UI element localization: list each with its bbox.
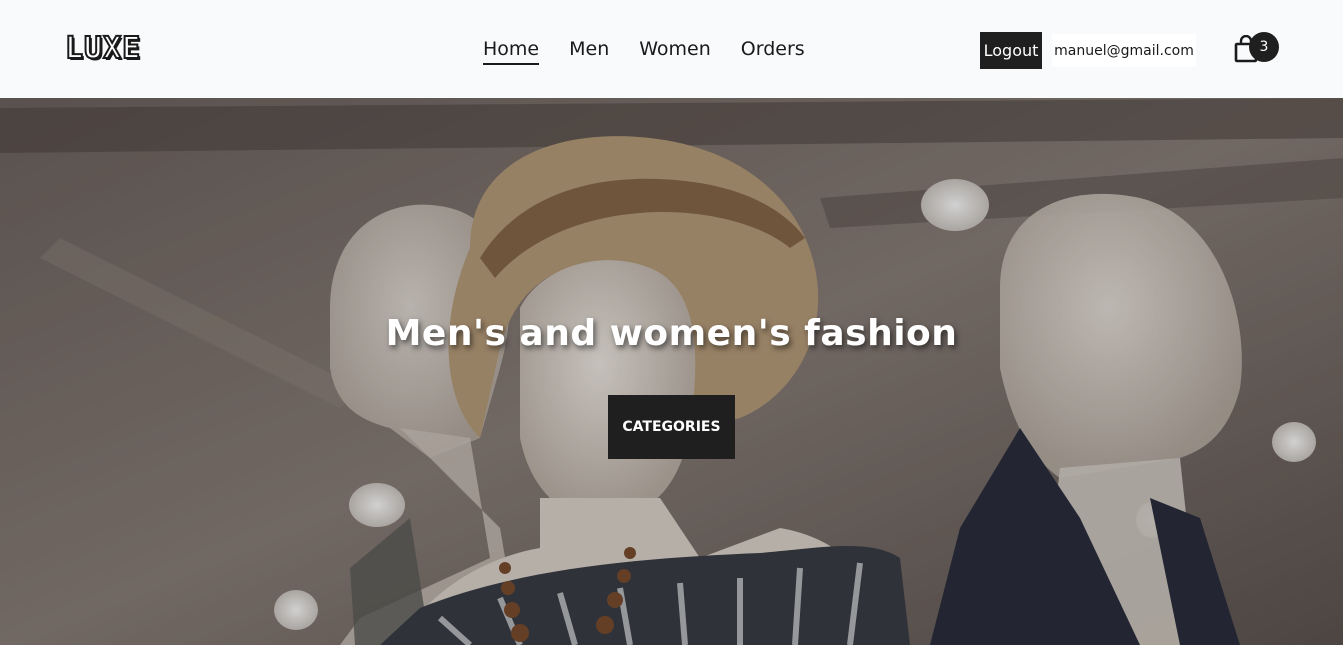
cart-count-badge: 3: [1249, 32, 1279, 62]
hero-banner: Men's and women's fashion CATEGORIES: [0, 98, 1343, 645]
nav-link-men[interactable]: Men: [569, 36, 609, 65]
user-email: manuel@gmail.com: [1052, 34, 1196, 67]
hero-background-image: [0, 98, 1343, 645]
nav-link-orders[interactable]: Orders: [741, 36, 805, 65]
cart-button[interactable]: 3: [1234, 32, 1282, 66]
logout-button[interactable]: Logout: [980, 32, 1042, 69]
brand-logo[interactable]: LUXE: [64, 30, 141, 67]
categories-button[interactable]: CATEGORIES: [608, 395, 735, 459]
nav-link-home[interactable]: Home: [483, 36, 540, 65]
site-header: LUXE Home Men Women Orders Logout manuel…: [0, 0, 1343, 98]
hero-title: Men's and women's fashion: [385, 313, 958, 354]
nav-link-women[interactable]: Women: [639, 36, 711, 65]
main-nav: Home Men Women Orders: [483, 36, 805, 65]
